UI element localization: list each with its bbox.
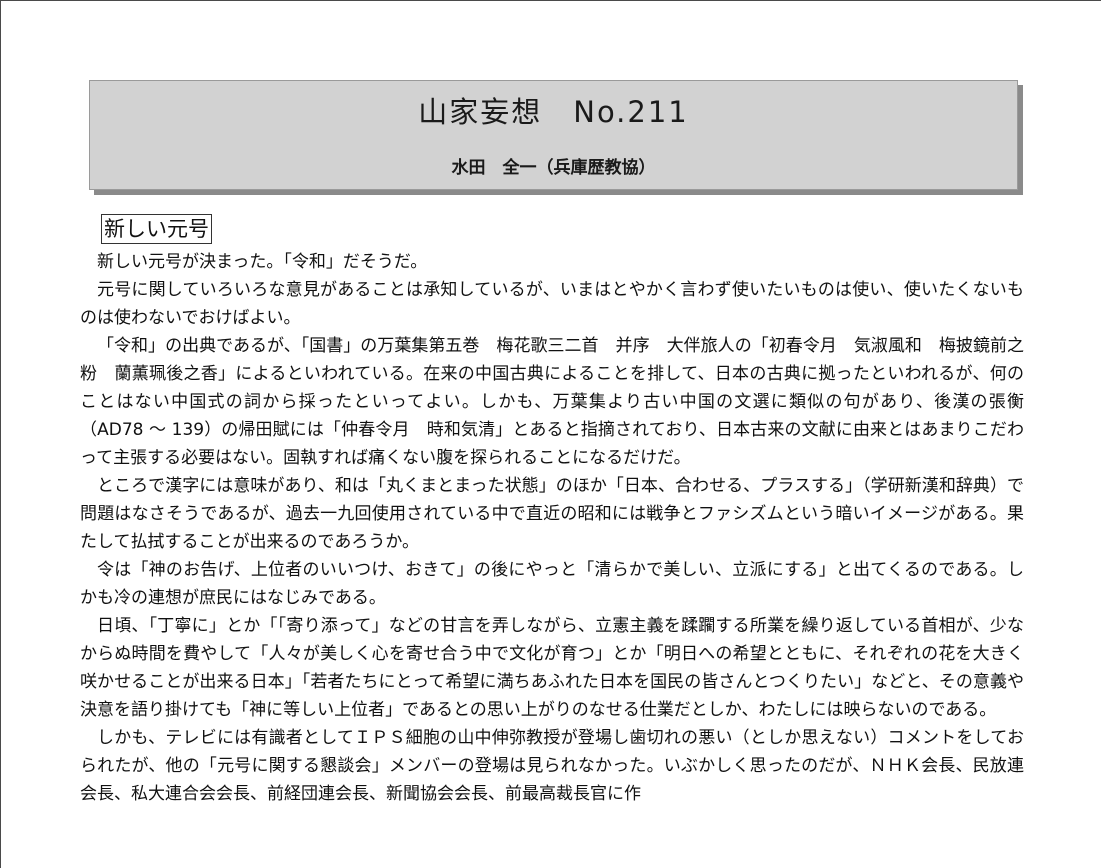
paragraph: ところで漢字には意味があり、和は「丸くまとまった状態」のほか「日本、合わせる、プ… xyxy=(80,476,1024,552)
paragraph: 日頃、「丁寧に」とか「「寄り添って」などの甘言を弄しながら、立憲主義を蹂躙する所… xyxy=(80,616,1024,720)
paragraph: 令は「神のお告げ、上位者のいいつけ、おきて」の後にやっと「清らかで美しい、立派に… xyxy=(80,560,1024,608)
article-body: 新しい元号が決まった。「令和」だそうだ。 元号に関していろいろな意見があることは… xyxy=(80,248,1024,808)
author-line: 水田 全一（兵庫歴教協） xyxy=(451,158,656,178)
paragraph: しかも、テレビには有識者としてＩＰＳ細胞の山中伸弥教授が登場し歯切れの悪い（とし… xyxy=(80,728,1024,804)
paragraph: 「令和」の出典であるが、「国書」の万葉集第五巻 梅花歌三二首 并序 大伴旅人の「… xyxy=(80,336,1024,468)
paragraph: 元号に関していろいろな意見があることは承知しているが、いまはとやかく言わず使いた… xyxy=(80,280,1024,328)
article: 新しい元号 新しい元号が決まった。「令和」だそうだ。 元号に関していろいろな意見… xyxy=(80,214,1024,808)
page-title: 山家妄想 No.211 xyxy=(418,95,689,129)
header-box: 山家妄想 No.211 水田 全一（兵庫歴教協） xyxy=(89,80,1018,190)
paragraph: 新しい元号が決まった。「令和」だそうだ。 xyxy=(97,252,428,272)
section-heading: 新しい元号 xyxy=(101,214,212,244)
